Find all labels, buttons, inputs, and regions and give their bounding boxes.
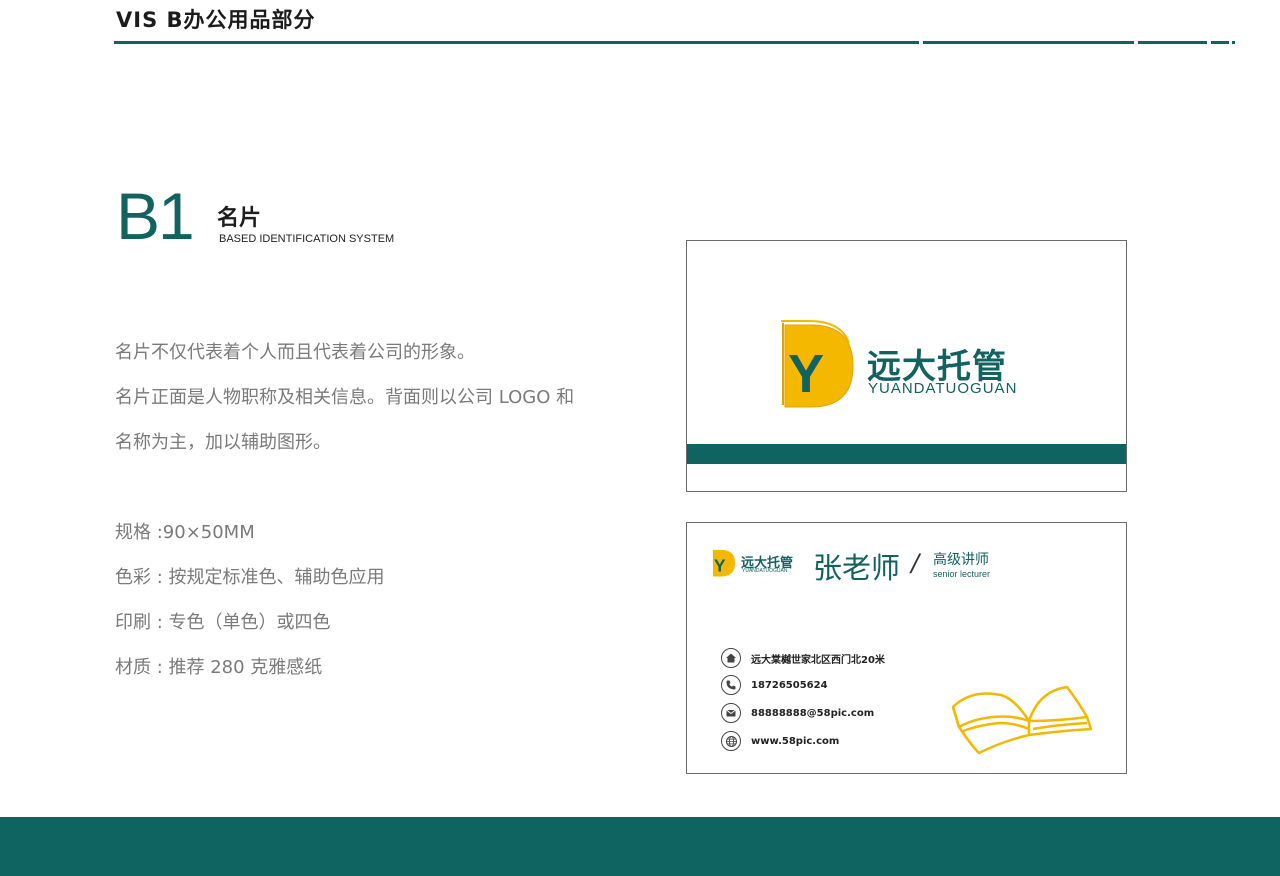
section-title: 名片	[217, 206, 262, 231]
contact-email: 88888888@58pic.com	[721, 702, 874, 724]
address-text: 远大棠樾世家北区西门北20米	[751, 654, 885, 666]
brand-name-en-small: YUANDATUOGUAN	[742, 568, 788, 574]
brand-color-band	[687, 444, 1126, 464]
email-text: 88888888@58pic.com	[751, 707, 875, 719]
contact-phone: 18726505624	[721, 674, 828, 696]
page-header-title: VIS B办公用品部分	[116, 8, 316, 32]
job-title-cn: 高级讲师	[933, 552, 989, 568]
business-card-front: Y 远大托管 YUANDATUOGUAN 张老师 / 高级讲师 senior l…	[686, 522, 1127, 774]
home-icon	[721, 648, 741, 668]
phone-text: 18726505624	[751, 679, 828, 691]
description-line: 名片不仅代表着个人而且代表着公司的形象。	[115, 342, 475, 363]
person-name: 张老师	[813, 551, 901, 585]
open-book-icon	[951, 685, 1093, 755]
section-subtitle: BASED IDENTIFICATION SYSTEM	[219, 233, 395, 245]
description-line: 名称为主，加以辅助图形。	[115, 432, 331, 453]
contact-address: 远大棠樾世家北区西门北20米	[721, 647, 885, 669]
spec-printing: 印刷 : 专色（单色）或四色	[115, 612, 331, 633]
brand-name-en: YUANDATUOGUAN	[868, 380, 1018, 397]
svg-text:Y: Y	[788, 344, 824, 404]
phone-icon	[721, 675, 741, 695]
spec-size: 规格 :90×50MM	[115, 522, 255, 543]
spec-material: 材质 : 推荐 280 克雅感纸	[115, 657, 323, 678]
footer-band	[0, 817, 1280, 876]
globe-icon	[721, 731, 741, 751]
business-card-back: Y 远大托管 YUANDATUOGUAN	[686, 240, 1127, 492]
website-text: www.58pic.com	[751, 735, 840, 747]
contact-website: www.58pic.com	[721, 730, 839, 752]
section-code: B1	[116, 179, 195, 253]
svg-text:Y: Y	[714, 556, 726, 576]
brand-logo-mark: Y	[781, 320, 854, 408]
spec-color: 色彩 : 按规定标准色、辅助色应用	[115, 567, 385, 588]
brand-logo-mark-small: Y	[712, 549, 736, 577]
title-separator: /	[911, 549, 920, 577]
mail-icon	[721, 703, 741, 723]
description-line: 名片正面是人物职称及相关信息。背面则以公司 LOGO 和	[115, 387, 575, 408]
job-title-en: senior lecturer	[933, 569, 991, 579]
